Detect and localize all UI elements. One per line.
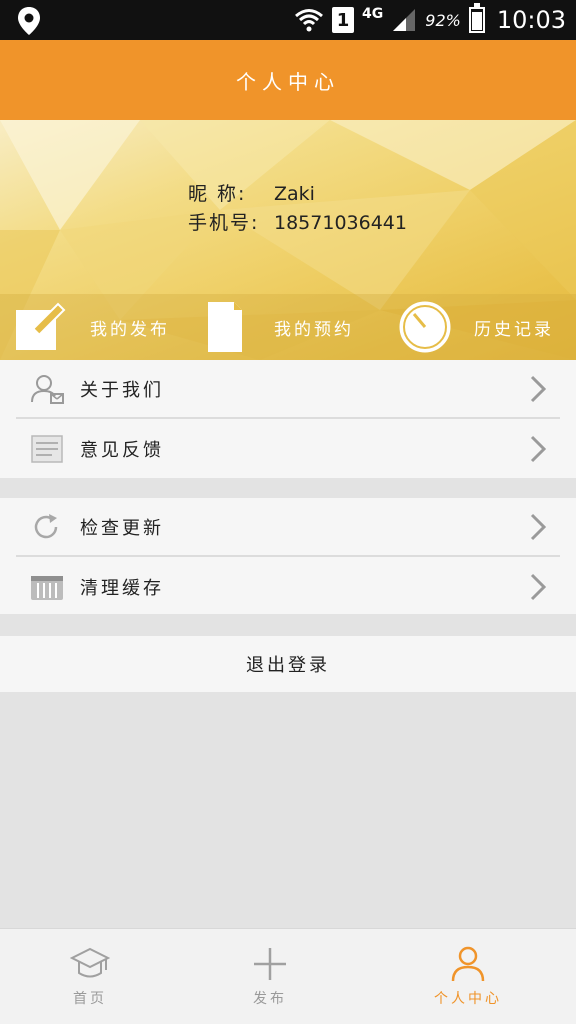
divider xyxy=(16,417,560,419)
user-info: 昵 称: Zaki 手机号: 18571036441 xyxy=(188,180,407,238)
clock: 10:03 xyxy=(496,6,566,34)
title-bar: 个人中心 xyxy=(0,40,576,120)
tab-publish[interactable]: 发布 xyxy=(200,929,340,1024)
plus-icon xyxy=(254,948,286,980)
feedback-doc-icon xyxy=(31,435,63,463)
menu-item-label: 意见反馈 xyxy=(80,440,164,461)
quick-actions-bar: 我的发布 我的预约 历史记录 xyxy=(0,294,576,360)
menu-item-feedback[interactable]: 意见反馈 xyxy=(0,420,576,478)
tab-label: 发布 xyxy=(253,991,287,1007)
menu-group-system: 检查更新 清理缓存 xyxy=(0,498,576,614)
phone-value: 18571036441 xyxy=(274,212,407,234)
my-posts-button[interactable]: 我的发布 xyxy=(16,302,196,352)
chevron-right-icon xyxy=(530,573,546,601)
logout-button[interactable]: 退出登录 xyxy=(0,636,576,692)
menu-item-check-update[interactable]: 检查更新 xyxy=(0,498,576,556)
my-posts-label: 我的发布 xyxy=(90,319,170,340)
nickname-label: 昵 称: xyxy=(188,183,247,205)
menu-item-label: 检查更新 xyxy=(80,518,164,539)
logout-label: 退出登录 xyxy=(246,655,330,676)
tab-home[interactable]: 首页 xyxy=(20,929,160,1024)
my-reservations-button[interactable]: 我的预约 xyxy=(206,302,376,352)
tab-label: 个人中心 xyxy=(434,991,502,1007)
sim-indicator: 1 xyxy=(332,7,355,33)
bottom-tab-bar: 首页 发布 个人中心 xyxy=(0,928,576,1024)
edit-icon xyxy=(16,302,66,350)
menu-item-label: 关于我们 xyxy=(80,380,164,401)
menu-item-clear-cache[interactable]: 清理缓存 xyxy=(0,558,576,616)
phone-label: 手机号: xyxy=(188,212,260,234)
battery-percent: 92% xyxy=(425,10,461,30)
signal-icon xyxy=(393,9,416,31)
menu-item-about-us[interactable]: 关于我们 xyxy=(0,360,576,418)
location-icon xyxy=(18,7,40,35)
network-type: 4G xyxy=(362,6,384,22)
nickname-value: Zaki xyxy=(274,183,315,205)
phone-row: 手机号: 18571036441 xyxy=(188,209,407,238)
document-icon xyxy=(208,302,242,352)
menu-item-label: 清理缓存 xyxy=(80,578,164,599)
profile-header: 昵 称: Zaki 手机号: 18571036441 我的发布 我的预约 历史记… xyxy=(0,120,576,360)
my-reservations-label: 我的预约 xyxy=(274,319,354,340)
trash-icon xyxy=(31,576,63,600)
chevron-right-icon xyxy=(530,435,546,463)
menu-group-about: 关于我们 意见反馈 xyxy=(0,360,576,478)
chevron-right-icon xyxy=(530,375,546,403)
tab-profile[interactable]: 个人中心 xyxy=(398,929,538,1024)
graduation-cap-icon xyxy=(70,947,110,978)
status-bar: 1 4G 92% 10:03 xyxy=(0,0,576,40)
page-title: 个人中心 xyxy=(236,69,340,94)
wifi-icon xyxy=(295,9,323,32)
clock-icon xyxy=(399,301,451,353)
nickname-row: 昵 称: Zaki xyxy=(188,180,407,209)
history-label: 历史记录 xyxy=(474,319,554,340)
tab-label: 首页 xyxy=(73,991,107,1007)
refresh-icon xyxy=(34,514,58,539)
user-card-icon xyxy=(31,375,64,404)
battery-icon xyxy=(468,3,485,33)
chevron-right-icon xyxy=(530,513,546,541)
history-button[interactable]: 历史记录 xyxy=(398,301,568,353)
divider xyxy=(16,555,560,557)
person-icon xyxy=(451,946,485,982)
